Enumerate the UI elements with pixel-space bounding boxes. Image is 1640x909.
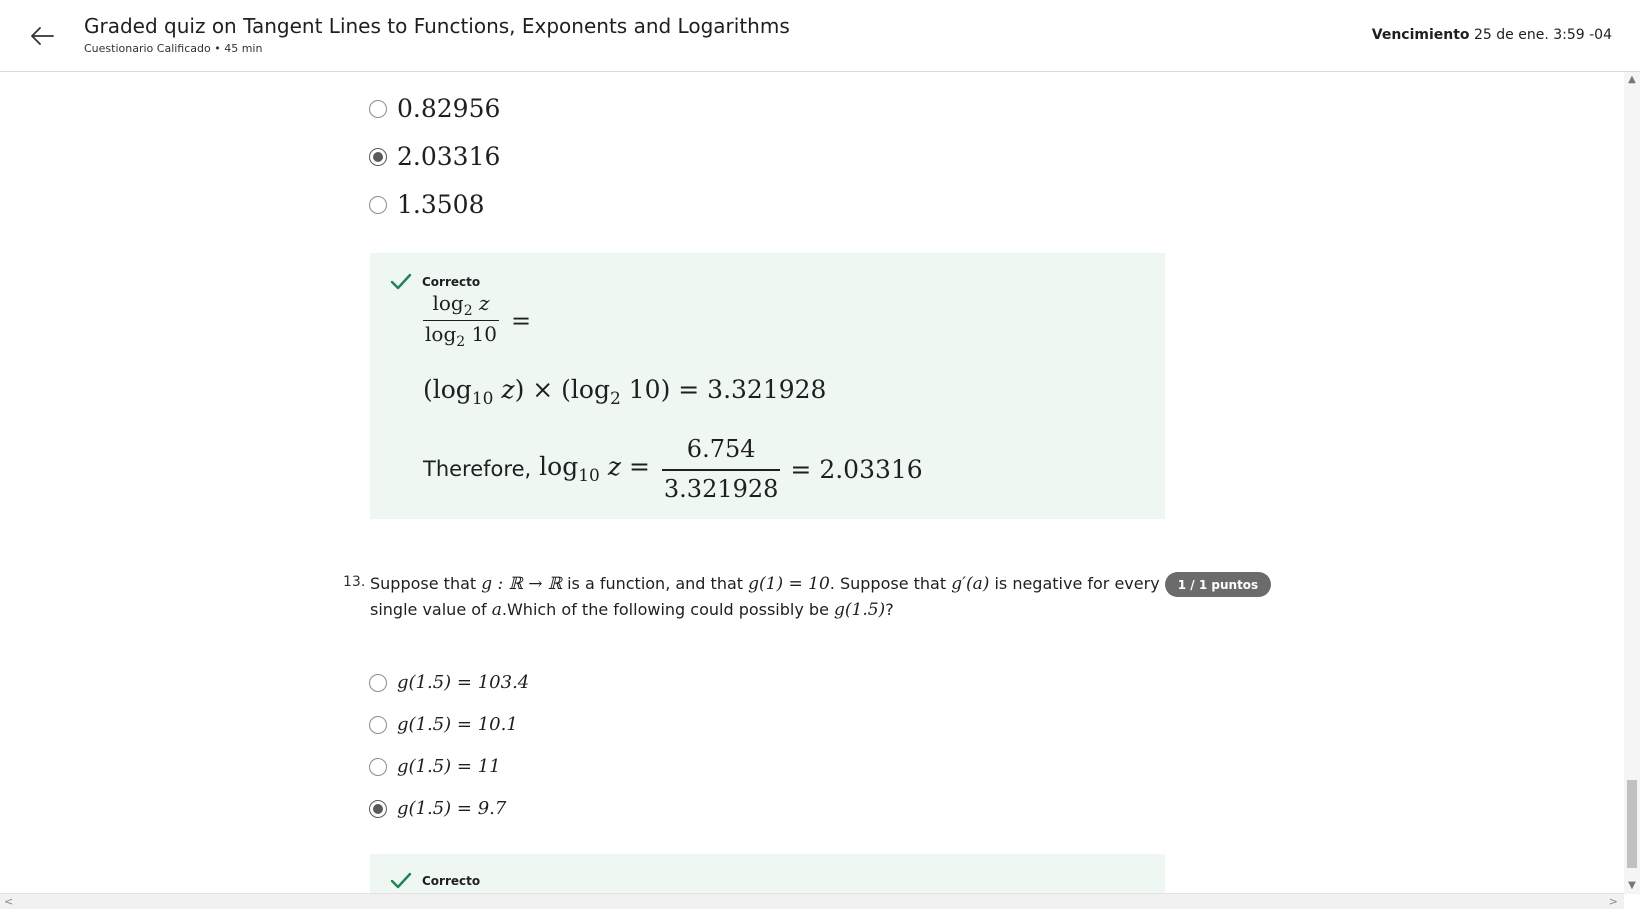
question-text: Suppose that g : ℝ → ℝ is a function, an…	[370, 574, 1160, 620]
back-button[interactable]	[24, 18, 60, 54]
page-title: Graded quiz on Tangent Lines to Function…	[84, 14, 790, 38]
q13-feedback: Correcto	[370, 854, 1165, 894]
feedback-status: Correcto	[422, 874, 481, 888]
feedback-line-2: (log10 z) × (log2 10) = 3.321928	[423, 375, 827, 409]
page-subtitle: Cuestionario Calificado • 45 min	[84, 42, 263, 55]
checkmark-icon	[390, 273, 412, 290]
q13-option-3[interactable]: g(1.5) = 11	[369, 756, 501, 777]
radio-icon[interactable]	[369, 799, 387, 818]
fraction: log2 z log2 10	[423, 291, 499, 350]
radio-icon[interactable]	[369, 673, 387, 692]
q13-option-4[interactable]: g(1.5) = 9.7	[369, 798, 506, 819]
radio-icon[interactable]	[369, 715, 387, 734]
option-label: g(1.5) = 10.1	[397, 714, 518, 735]
radio-icon[interactable]	[369, 195, 387, 214]
q13-option-1[interactable]: g(1.5) = 103.4	[369, 672, 529, 693]
result-value: = 2.03316	[790, 454, 923, 484]
q12-feedback: Correcto log2 z log2 10 = (log10 z) × (l…	[370, 253, 1165, 519]
question-number: 13.	[343, 574, 366, 590]
feedback-header: Correcto	[390, 872, 480, 890]
option-label: g(1.5) = 9.7	[397, 798, 507, 819]
fraction-denominator: log2 10	[423, 320, 499, 350]
radio-icon[interactable]	[369, 757, 387, 776]
fraction-numerator: log2 z	[432, 291, 490, 319]
checkmark-icon	[390, 872, 412, 889]
due-date: Vencimiento 25 de ene. 3:59 -04	[1372, 27, 1612, 43]
option-label: 1.3508	[397, 190, 485, 219]
option-label: g(1.5) = 103.4	[397, 672, 530, 693]
horizontal-scrollbar[interactable]: < >	[0, 893, 1624, 909]
points-badge: 1 / 1 puntos	[1165, 572, 1271, 597]
option-label: 2.03316	[397, 142, 501, 171]
feedback-line-1: log2 z log2 10 =	[423, 291, 531, 350]
q12-option-2[interactable]: 2.03316	[369, 142, 500, 171]
feedback-line-3: Therefore, log10 z = 6.754 3.321928 = 2.…	[423, 435, 923, 503]
scroll-up-icon[interactable]: ▲	[1626, 74, 1638, 86]
radio-icon[interactable]	[369, 99, 387, 118]
due-label: Vencimiento	[1371, 27, 1470, 43]
due-value: 25 de ene. 3:59 -04	[1474, 27, 1612, 43]
option-label: 0.82956	[397, 94, 501, 123]
option-label: g(1.5) = 11	[397, 756, 501, 777]
scroll-left-icon[interactable]: <	[4, 895, 13, 908]
feedback-status: Correcto	[422, 275, 481, 289]
scroll-right-icon[interactable]: >	[1609, 895, 1618, 908]
q13-option-2[interactable]: g(1.5) = 10.1	[369, 714, 518, 735]
q12-option-3[interactable]: 1.3508	[369, 190, 484, 219]
quiz-header: Graded quiz on Tangent Lines to Function…	[0, 0, 1640, 72]
radio-icon[interactable]	[369, 147, 387, 166]
vertical-scrollbar[interactable]: ▲ ▼	[1624, 72, 1640, 894]
q12-option-1[interactable]: 0.82956	[369, 94, 500, 123]
scroll-down-icon[interactable]: ▼	[1626, 880, 1638, 892]
fraction-denominator: 3.321928	[661, 469, 781, 503]
log-expression: log10 z =	[539, 452, 650, 486]
arrow-left-icon	[31, 27, 54, 45]
equals-sign: =	[510, 306, 532, 335]
therefore-text: Therefore,	[423, 457, 532, 481]
quiz-content[interactable]: 0.82956 2.03316 1.3508 Correcto log2 z l…	[0, 72, 1624, 894]
fraction: 6.754 3.321928	[661, 435, 781, 503]
feedback-header: Correcto	[390, 273, 480, 291]
fraction-numerator: 6.754	[686, 435, 756, 463]
scrollbar-thumb[interactable]	[1627, 780, 1637, 868]
